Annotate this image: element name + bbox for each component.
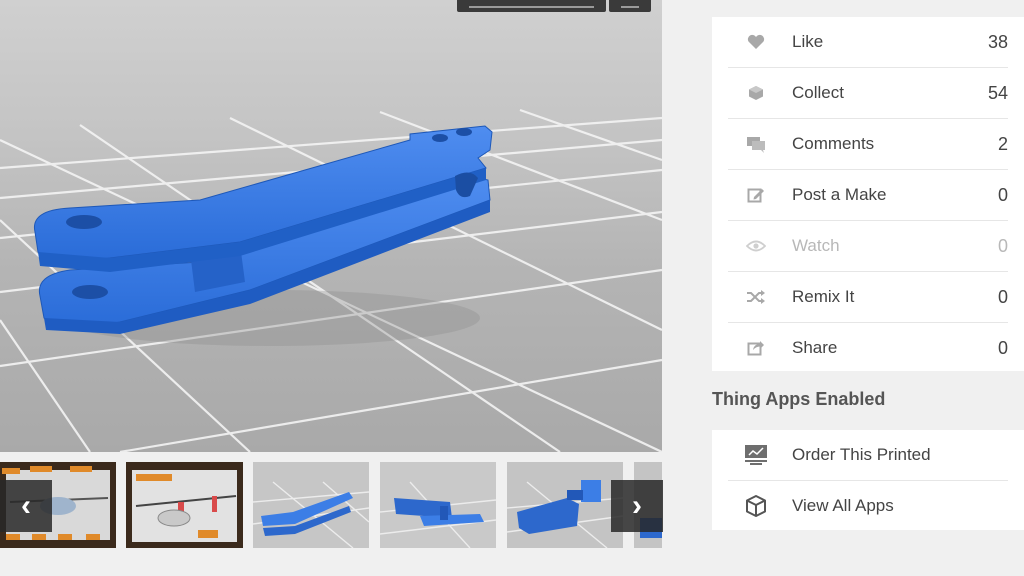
collect-button[interactable]: Collect 54 [728, 68, 1008, 119]
watch-button[interactable]: Watch 0 [728, 221, 1008, 272]
comments-label: Comments [792, 134, 875, 153]
printer-icon [743, 442, 769, 468]
view-all-apps-link[interactable]: View All Apps [728, 481, 1008, 531]
view-all-apps-label: View All Apps [792, 496, 894, 515]
comments-button[interactable]: Comments 2 [728, 119, 1008, 170]
thing-apps-card: Order This Printed View All Apps [712, 430, 1024, 530]
edit-icon [744, 183, 768, 207]
eye-icon [744, 234, 768, 258]
chevron-left-icon: ‹ [21, 489, 31, 522]
like-button[interactable]: Like 38 [728, 17, 1008, 68]
share-button[interactable]: Share 0 [728, 323, 1008, 373]
remix-it-label: Remix It [792, 287, 855, 306]
watch-label: Watch [792, 236, 840, 255]
like-label: Like [792, 32, 824, 51]
thumbnail-2[interactable] [126, 462, 243, 548]
model-render [0, 108, 662, 452]
cube-icon [743, 493, 769, 519]
order-this-printed-label: Order This Printed [792, 445, 931, 464]
thumbnail-3[interactable] [253, 462, 369, 548]
post-a-make-button[interactable]: Post a Make 0 [728, 170, 1008, 221]
thumbnail-strip [0, 462, 662, 548]
thumbnail-4[interactable] [380, 462, 496, 548]
post-a-make-count: 0 [997, 184, 1008, 205]
comment-icon [744, 132, 768, 156]
thing-stats-card: Like 38 Collect 54 Comments 2 Post a Mak… [712, 17, 1024, 371]
collect-count: 54 [987, 82, 1008, 103]
like-count: 38 [987, 31, 1008, 52]
share-icon [744, 336, 768, 360]
comments-count: 2 [997, 133, 1008, 154]
fullscreen-button[interactable] [609, 0, 651, 12]
watch-count: 0 [997, 235, 1008, 256]
previous-image-button[interactable]: ‹ [0, 480, 52, 532]
order-this-printed-link[interactable]: Order This Printed [728, 430, 1008, 481]
remix-it-button[interactable]: Remix It 0 [728, 272, 1008, 323]
collect-label: Collect [792, 83, 844, 102]
heart-icon [744, 30, 768, 54]
shuffle-icon [744, 285, 768, 309]
remix-it-count: 0 [997, 286, 1008, 307]
next-image-button[interactable]: › [611, 480, 663, 532]
chevron-right-icon: › [632, 489, 642, 522]
thing-apps-heading: Thing Apps Enabled [712, 389, 886, 409]
share-label: Share [792, 338, 838, 357]
main-preview-image[interactable] [0, 0, 662, 452]
share-count: 0 [997, 337, 1008, 358]
post-a-make-label: Post a Make [792, 185, 887, 204]
thumbnail-5[interactable] [507, 462, 623, 548]
collect-icon [744, 81, 768, 105]
view-mode-toggle[interactable] [457, 0, 606, 12]
